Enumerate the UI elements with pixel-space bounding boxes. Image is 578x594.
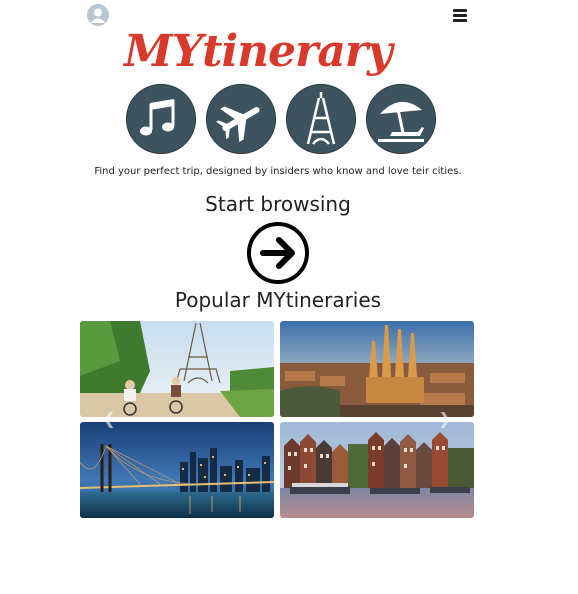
city-card-paris[interactable] — [80, 321, 274, 417]
logo-text: MYtinerary — [124, 26, 393, 77]
user-avatar-icon[interactable] — [87, 4, 109, 26]
music-notes-icon — [126, 84, 196, 154]
logo-icon-row — [126, 84, 436, 156]
eiffel-tower-icon — [286, 84, 356, 154]
arrow-right-circle-icon[interactable] — [246, 221, 310, 285]
start-browsing-title: Start browsing — [205, 192, 351, 216]
beach-umbrella-icon — [366, 84, 436, 154]
chevron-left-icon[interactable]: ❮ — [102, 409, 116, 429]
popular-cities-carousel: ❮ ❯ — [80, 321, 474, 518]
tagline: Find your perfect trip, designed by insi… — [94, 166, 462, 177]
city-card-amsterdam[interactable] — [280, 422, 474, 518]
popular-mytineraries-title: Popular MYtineraries — [174, 288, 382, 312]
new-york-photo — [80, 422, 274, 518]
hamburger-menu-icon[interactable] — [453, 9, 467, 22]
city-card-new-york[interactable] — [80, 422, 274, 518]
app-logo: MYtinerary — [124, 26, 436, 160]
airplane-icon — [206, 84, 276, 154]
chevron-right-icon[interactable]: ❯ — [438, 409, 452, 429]
city-card-barcelona[interactable] — [280, 321, 474, 417]
amsterdam-photo — [280, 422, 474, 518]
paris-photo — [80, 321, 274, 417]
barcelona-photo — [280, 321, 474, 417]
